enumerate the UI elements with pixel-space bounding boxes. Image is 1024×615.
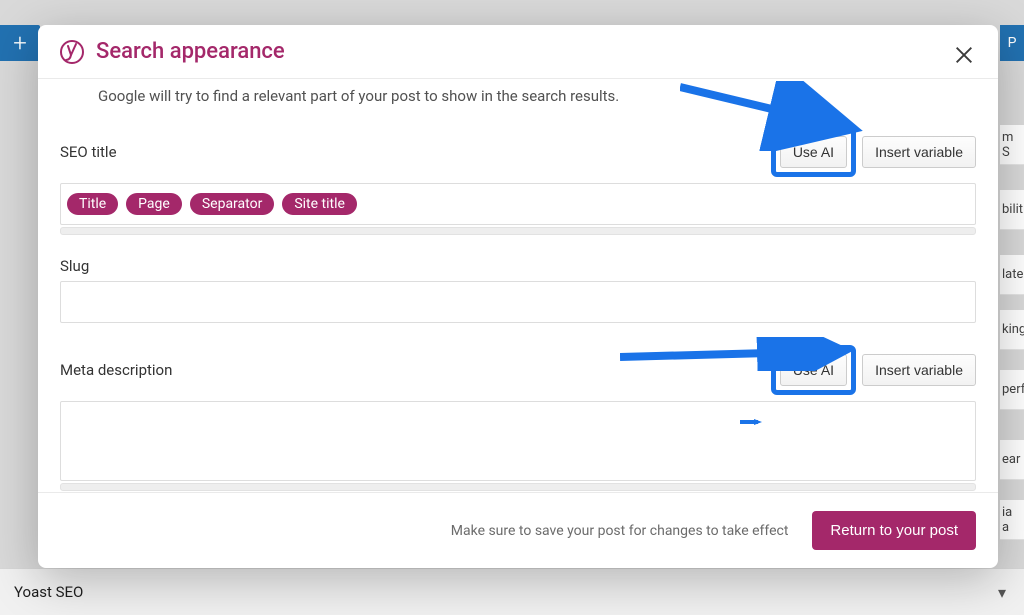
- variable-pill-title[interactable]: Title: [67, 193, 118, 215]
- yoast-seo-metabox-label: Yoast SEO: [14, 583, 83, 601]
- yoast-seo-metabox-toggle[interactable]: Yoast SEO ▾: [0, 568, 1024, 615]
- return-to-post-button[interactable]: Return to your post: [812, 511, 976, 550]
- modal-title: Search appearance: [96, 39, 285, 64]
- use-ai-button[interactable]: Use AI: [780, 136, 847, 168]
- meta-description-label: Meta description: [60, 361, 172, 379]
- seo-title-input[interactable]: Title Page Separator Site title: [60, 183, 976, 225]
- side-panel-fragment: ia a: [1000, 500, 1024, 540]
- annotation-mark-icon: [740, 419, 762, 425]
- meta-description-input[interactable]: [60, 401, 976, 481]
- annotation-highlight: Use AI: [771, 345, 856, 395]
- editor-publish-fragment[interactable]: P: [1000, 25, 1024, 61]
- side-panel-fragment: m S: [1000, 125, 1024, 165]
- meta-description-length-bar: [60, 483, 976, 491]
- variable-pill-page[interactable]: Page: [126, 193, 182, 215]
- side-panel-fragment: late: [1000, 255, 1024, 295]
- insert-variable-button[interactable]: Insert variable: [862, 354, 976, 386]
- modal-footer: Make sure to save your post for changes …: [38, 492, 998, 568]
- meta-description-field: Meta description Use AI Insert variable: [60, 345, 976, 491]
- editor-add-block-button[interactable]: +: [0, 25, 40, 61]
- use-ai-button[interactable]: Use AI: [780, 354, 847, 386]
- insert-variable-button[interactable]: Insert variable: [862, 136, 976, 168]
- intro-hint: Google will try to find a relevant part …: [98, 87, 976, 105]
- seo-title-label: SEO title: [60, 143, 117, 161]
- side-panel-fragment: king: [1000, 310, 1024, 350]
- seo-title-field: SEO title Use AI Insert variable Title P…: [60, 127, 976, 235]
- slug-label: Slug: [60, 257, 89, 275]
- close-icon: [953, 44, 975, 66]
- side-panel-fragment: bilit: [1000, 190, 1024, 230]
- variable-pill-site-title[interactable]: Site title: [282, 193, 357, 215]
- annotation-highlight: Use AI: [771, 127, 856, 177]
- close-button[interactable]: [948, 39, 980, 71]
- footer-hint: Make sure to save your post for changes …: [451, 523, 789, 539]
- seo-title-length-bar: [60, 227, 976, 235]
- search-appearance-modal: Search appearance Google will try to fin…: [38, 25, 998, 568]
- slug-input[interactable]: [60, 281, 976, 323]
- yoast-logo-icon: [60, 40, 84, 64]
- slug-field: Slug: [60, 257, 976, 323]
- side-panel-fragment: perf: [1000, 370, 1024, 410]
- chevron-down-icon: ▾: [998, 583, 1006, 602]
- variable-pill-separator[interactable]: Separator: [190, 193, 274, 215]
- modal-header: Search appearance: [38, 25, 998, 79]
- modal-body: Google will try to find a relevant part …: [38, 79, 998, 492]
- side-panel-fragment: ear: [1000, 440, 1024, 480]
